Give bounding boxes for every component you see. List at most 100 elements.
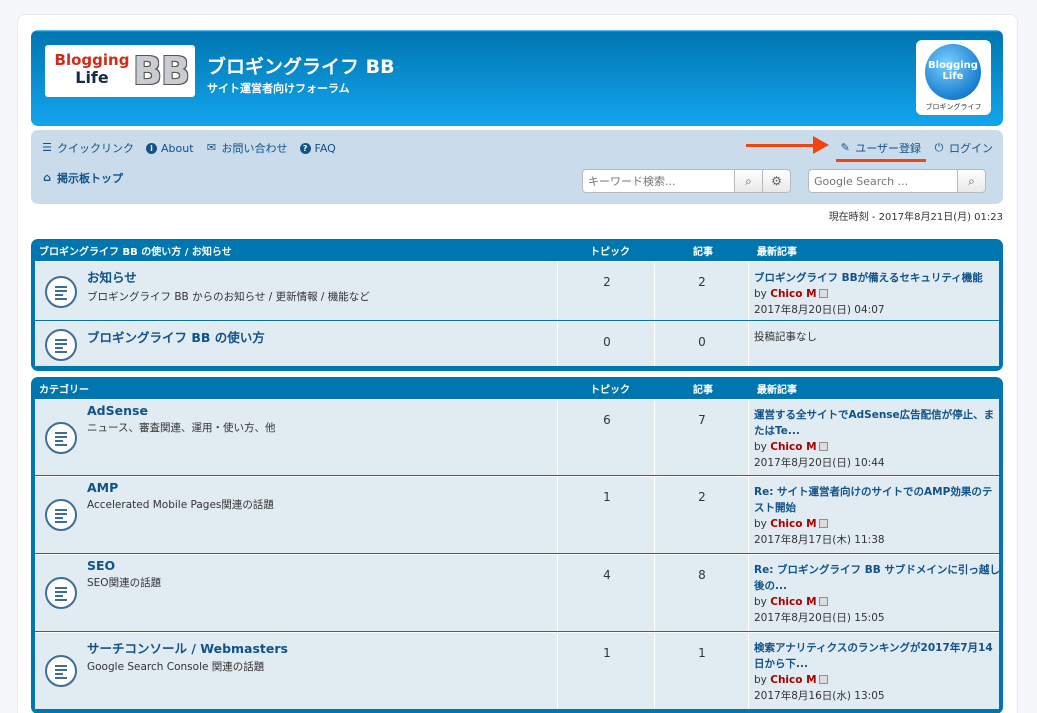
last-post-title[interactable]: ブロギングライフ BBが備えるセキュリティ機能 xyxy=(754,270,1002,286)
col-posts-header: 記事 xyxy=(693,384,713,396)
search-button[interactable]: ⌕ xyxy=(735,169,763,193)
last-post-author[interactable]: Chico M xyxy=(770,518,816,530)
forum-description: Accelerated Mobile Pages関連の話題 xyxy=(87,499,274,511)
last-post-date: 2017年8月20日(日) 04:07 xyxy=(754,304,885,316)
question-icon: ? xyxy=(299,142,311,154)
last-post: 運営する全サイトでAdSense広告配信が停止、またはTe... by Chic… xyxy=(754,407,1002,471)
last-post-title[interactable]: Re: サイト運営者向けのサイトでのAMP効果のテスト開始 xyxy=(754,484,1002,516)
site-logo[interactable]: Blogging Life BB xyxy=(45,45,195,97)
logo-text-bb: BB xyxy=(133,49,190,93)
forum-title[interactable]: お知らせ xyxy=(87,267,137,286)
gear-icon: ⚙ xyxy=(771,174,782,188)
login-label: ログイン xyxy=(949,142,993,155)
last-post-author[interactable]: Chico M xyxy=(770,288,816,300)
google-search-box: ⌕ xyxy=(808,169,986,193)
keyword-search-input[interactable] xyxy=(582,169,735,193)
contact-link[interactable]: ✉ お問い合わせ xyxy=(206,140,288,156)
view-latest-post-icon[interactable] xyxy=(818,597,828,606)
forum-subforum-icon xyxy=(45,422,77,454)
site-title[interactable]: ブロギングライフ BB xyxy=(207,52,395,79)
forum-title[interactable]: AMP xyxy=(87,480,118,495)
post-count: 2 xyxy=(698,490,706,504)
topic-count: 1 xyxy=(603,490,611,504)
view-latest-post-icon[interactable] xyxy=(818,442,828,451)
quicklinks-menu[interactable]: ☰ クイックリンク xyxy=(41,140,134,156)
view-latest-post-icon[interactable] xyxy=(818,289,828,298)
home-icon: ⌂ xyxy=(43,171,51,184)
forum-read-icon xyxy=(45,655,77,687)
edit-icon: ✎ xyxy=(840,141,850,154)
last-post-title[interactable]: 運営する全サイトでAdSense広告配信が停止、またはTe... xyxy=(754,407,1002,439)
last-post-title[interactable]: Re: ブロギングライフ BB サブドメインに引っ越し後の... xyxy=(754,562,1002,594)
breadcrumb[interactable]: ⌂ 掲示板トップ xyxy=(41,170,123,186)
col-topics-header: トピック xyxy=(590,246,630,258)
annotation-arrow-head xyxy=(813,136,829,154)
forum-read-icon xyxy=(45,276,77,308)
category-title[interactable]: ブロギングライフ BB の使い方 / お知らせ xyxy=(39,243,232,258)
forum-row: ブロギングライフ BB の使い方 0 0 投稿記事なし xyxy=(35,321,999,367)
topic-count: 4 xyxy=(603,568,611,582)
forum-read-icon xyxy=(45,577,77,609)
logo-text-blogging: Blogging xyxy=(54,51,130,69)
topic-count: 6 xyxy=(603,413,611,427)
col-topics-header: トピック xyxy=(590,384,630,396)
post-count: 8 xyxy=(698,568,706,582)
envelope-icon: ✉ xyxy=(206,141,217,154)
badge-text-blogging: Blogging xyxy=(928,60,978,71)
about-label: About xyxy=(161,141,194,155)
last-post: 検索アナリティクスのランキングが2017年7月14日から下... by Chic… xyxy=(754,640,1002,704)
view-latest-post-icon[interactable] xyxy=(818,519,828,528)
last-post-author[interactable]: Chico M xyxy=(770,674,816,686)
last-post: Re: サイト運営者向けのサイトでのAMP効果のテスト開始 by Chico M… xyxy=(754,484,1002,548)
search-icon: ⌕ xyxy=(745,174,752,188)
forum-title[interactable]: SEO xyxy=(87,558,115,573)
annotation-underline xyxy=(836,159,926,162)
view-latest-post-icon[interactable] xyxy=(818,675,828,684)
login-link[interactable]: ⏻ ログイン xyxy=(933,140,993,156)
current-time: 現在時刻 - 2017年8月21日(月) 01:23 xyxy=(828,212,1003,223)
post-count: 2 xyxy=(698,275,706,289)
faq-label: FAQ xyxy=(314,141,336,155)
forum-title[interactable]: サーチコンソール / Webmasters xyxy=(87,638,288,657)
page-wrap: Blogging Life BB ブロギングライフ BB サイト運営者向けフォー… xyxy=(17,14,1018,713)
col-posts-header: 記事 xyxy=(693,246,713,258)
contact-label: お問い合わせ xyxy=(221,142,288,155)
google-search-input[interactable] xyxy=(808,169,958,193)
google-search-button[interactable]: ⌕ xyxy=(958,169,986,193)
post-count: 7 xyxy=(698,413,706,427)
last-post-author[interactable]: Chico M xyxy=(770,596,816,608)
forum-row: SEO SEO関連の話題 4 8 Re: ブロギングライフ BB サブドメインに… xyxy=(35,554,1002,632)
category-header: ブロギングライフ BB の使い方 / お知らせ トピック 記事 最新記事 xyxy=(35,239,999,261)
last-post-date: 2017年8月20日(日) 15:05 xyxy=(754,612,885,624)
forum-title[interactable]: AdSense xyxy=(87,403,148,418)
about-link[interactable]: i About xyxy=(146,140,194,156)
faq-link[interactable]: ? FAQ xyxy=(299,140,336,156)
category-block-main: カテゴリー トピック 記事 最新記事 AdSense ニュース、審査関連、運用・… xyxy=(31,377,1003,713)
last-post-title[interactable]: 検索アナリティクスのランキングが2017年7月14日から下... xyxy=(754,640,1002,672)
quicklinks-label: クイックリンク xyxy=(57,142,134,155)
search-icon: ⌕ xyxy=(968,174,975,188)
advanced-search-button[interactable]: ⚙ xyxy=(763,169,791,193)
topic-count: 1 xyxy=(603,646,611,660)
keyword-search-box: ⌕ ⚙ xyxy=(582,169,791,193)
category-title[interactable]: カテゴリー xyxy=(39,381,89,396)
last-post-author[interactable]: Chico M xyxy=(770,441,816,453)
hamburger-icon: ☰ xyxy=(42,141,52,154)
breadcrumb-board-index: 掲示板トップ xyxy=(57,172,123,185)
annotation-arrow-line xyxy=(746,144,816,147)
last-post-date: 2017年8月17日(木) 11:38 xyxy=(754,534,885,546)
forum-description: Google Search Console 関連の話題 xyxy=(87,661,265,673)
register-link[interactable]: ✎ ユーザー登録 xyxy=(839,140,921,156)
category-block-info: ブロギングライフ BB の使い方 / お知らせ トピック 記事 最新記事 お知ら… xyxy=(31,239,1003,371)
logo-text-life: Life xyxy=(75,68,109,87)
last-post-date: 2017年8月20日(日) 10:44 xyxy=(754,457,885,469)
post-count: 1 xyxy=(698,646,706,660)
badge-logo: Blogging Life ブロギングライフ xyxy=(916,40,991,115)
forum-title[interactable]: ブロギングライフ BB の使い方 xyxy=(87,327,265,346)
info-icon: i xyxy=(146,142,157,154)
forum-row: サーチコンソール / Webmasters Google Search Cons… xyxy=(35,632,999,710)
forum-read-icon xyxy=(45,329,77,361)
last-post: ブロギングライフ BBが備えるセキュリティ機能 by Chico M 2017年… xyxy=(754,270,1002,318)
category-header: カテゴリー トピック 記事 最新記事 xyxy=(35,377,999,399)
col-last-post-header: 最新記事 xyxy=(757,246,797,258)
